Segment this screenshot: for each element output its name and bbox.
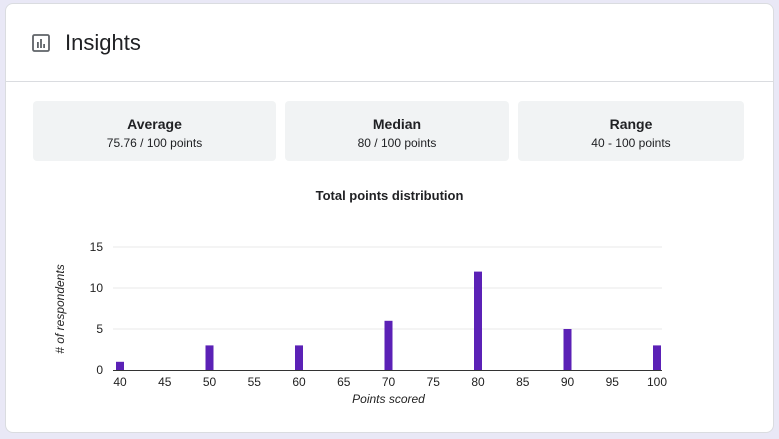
bar-90 — [563, 329, 572, 370]
x-tick-label: 40 — [113, 375, 127, 389]
bar-80 — [474, 271, 482, 370]
bar-60 — [295, 345, 303, 370]
bar-100 — [653, 345, 661, 370]
x-tick-label: 50 — [203, 375, 217, 389]
x-axis-title: Points scored — [352, 392, 425, 406]
bar-40 — [116, 361, 124, 370]
bar-70 — [384, 320, 393, 370]
x-tick-label: 90 — [561, 375, 575, 389]
x-tick-label: 60 — [292, 375, 306, 389]
y-tick-label: 5 — [96, 322, 103, 336]
points-distribution-chart: 0 5 10 15 40 45 50 55 60 65 70 75 80 85 90 95 100 Points … — [53, 240, 667, 406]
y-tick-label: 10 — [90, 281, 104, 295]
x-tick-label: 85 — [516, 375, 530, 389]
x-tick-label: 100 — [647, 375, 667, 389]
y-tick-label: 15 — [90, 240, 104, 254]
x-tick-label: 55 — [248, 375, 262, 389]
y-axis-title: # of respondents — [53, 264, 67, 353]
bar-50 — [205, 345, 214, 370]
x-tick-label: 75 — [427, 375, 441, 389]
y-tick-label: 0 — [96, 363, 103, 377]
x-tick-label: 65 — [337, 375, 351, 389]
x-tick-label: 80 — [471, 375, 485, 389]
x-tick-label: 95 — [606, 375, 620, 389]
x-tick-label: 70 — [382, 375, 396, 389]
x-tick-label: 45 — [158, 375, 172, 389]
